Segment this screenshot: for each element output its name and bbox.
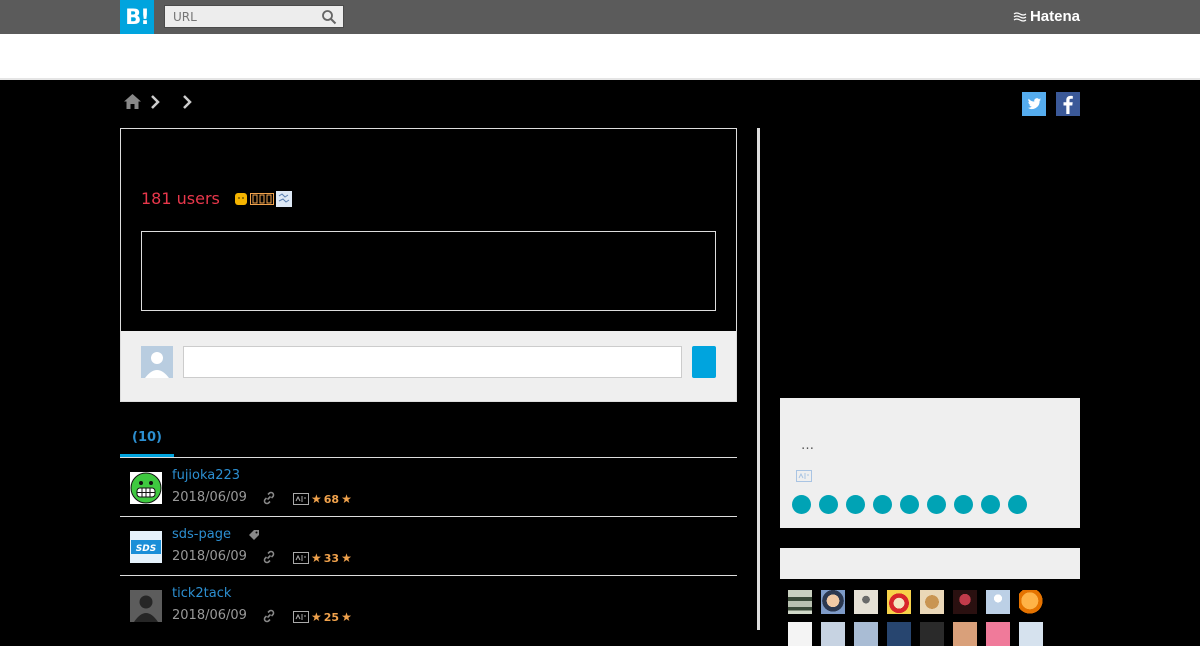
facebook-share-button[interactable]: [1056, 92, 1080, 116]
star-icon: ★: [311, 610, 322, 624]
related-users-row-2: [788, 622, 1043, 646]
hatena-mark-icon: [1013, 11, 1027, 22]
avatar[interactable]: [986, 590, 1010, 614]
star-icon: ★: [341, 551, 352, 565]
star-icon: ★: [341, 492, 352, 506]
search-icon[interactable]: [321, 9, 337, 25]
star-count[interactable]: 33: [324, 552, 339, 565]
avatar[interactable]: [953, 590, 977, 614]
bookmark-date-link[interactable]: 2018/06/09: [172, 549, 247, 564]
avatar[interactable]: [1019, 590, 1043, 614]
star-area: ★ 68 ★: [293, 492, 352, 506]
avatar[interactable]: [920, 590, 944, 614]
list-item: fujioka223 2018/06/09 ★ 68 ★: [120, 458, 737, 517]
tag-icon: [249, 530, 259, 540]
star-icon: ★: [311, 551, 322, 565]
add-star-icon[interactable]: [293, 552, 309, 564]
facebook-icon: [1063, 95, 1073, 114]
avatar[interactable]: [821, 590, 845, 614]
default-user-icon: [145, 352, 169, 378]
twitter-icon: [1027, 98, 1041, 110]
sds-logo-avatar-icon: SDS: [130, 531, 162, 563]
search-input[interactable]: [165, 6, 315, 27]
star-count[interactable]: 25: [324, 611, 339, 624]
column-divider: [757, 128, 760, 630]
avatar[interactable]: [920, 622, 944, 646]
sidebar-ellipsis-text: …: [801, 438, 814, 453]
avatar[interactable]: [854, 590, 878, 614]
avatar[interactable]: [130, 590, 162, 622]
avatar[interactable]: [1019, 622, 1043, 646]
avatar[interactable]: [788, 590, 812, 614]
permalink-icon[interactable]: [262, 491, 276, 505]
entry-badges: [234, 191, 292, 207]
user-name-link[interactable]: sds-page: [172, 527, 231, 542]
sidebar-panel: …: [780, 398, 1080, 528]
circle-icon[interactable]: [900, 495, 919, 514]
thumbnail-badge-icon: [276, 191, 292, 207]
avatar[interactable]: [953, 622, 977, 646]
permalink-icon[interactable]: [262, 609, 276, 623]
add-star-icon[interactable]: [293, 611, 309, 623]
svg-text:SDS: SDS: [136, 544, 156, 554]
circle-icon[interactable]: [819, 495, 838, 514]
avatar[interactable]: [788, 622, 812, 646]
bookmark-date-link[interactable]: 2018/06/09: [172, 490, 247, 505]
add-star-icon[interactable]: [796, 470, 812, 482]
star-area: ★ 33 ★: [293, 551, 352, 565]
twitter-share-button[interactable]: [1022, 92, 1046, 116]
tab-bookmarks[interactable]: (10): [120, 430, 174, 457]
avatar[interactable]: [821, 622, 845, 646]
sidebar-panel-header: [780, 548, 1080, 579]
chevron-right-icon: [151, 94, 160, 109]
comment-form: [121, 331, 736, 401]
entry-summary: 181 users: [120, 128, 737, 402]
star-area: ★ 25 ★: [293, 610, 352, 624]
related-users: [788, 590, 1078, 614]
avatar[interactable]: [986, 622, 1010, 646]
user-name-link[interactable]: fujioka223: [172, 468, 240, 483]
hatena-brand-link[interactable]: Hatena: [1013, 8, 1080, 25]
breadcrumb: [123, 93, 193, 110]
circle-icon[interactable]: [873, 495, 892, 514]
avatar[interactable]: SDS: [130, 531, 162, 563]
home-icon[interactable]: [123, 93, 142, 110]
avatar[interactable]: [887, 590, 911, 614]
chevron-right-icon: [183, 94, 192, 109]
silhouette-avatar-icon: [130, 590, 162, 622]
list-item: SDS sds-page 2018/06/09 ★ 33 ★: [120, 517, 737, 576]
permalink-icon[interactable]: [262, 550, 276, 564]
comment-input[interactable]: [183, 346, 682, 378]
circle-icon[interactable]: [981, 495, 1000, 514]
grin-face-avatar-icon: [130, 472, 162, 504]
placeholder-badge-icon: [250, 193, 274, 205]
hatena-brand-label: Hatena: [1029, 8, 1080, 25]
avatar[interactable]: [887, 622, 911, 646]
circle-icon[interactable]: [927, 495, 946, 514]
star-icon: ★: [311, 492, 322, 506]
user-name-link[interactable]: tick2tack: [172, 586, 231, 601]
avatar[interactable]: [130, 472, 162, 504]
hatena-bookmark-logo[interactable]: B!: [120, 0, 154, 34]
smile-badge-icon: [235, 193, 247, 205]
submit-bookmark-button[interactable]: [692, 346, 716, 378]
search-box: [164, 5, 344, 28]
color-star-list: [792, 495, 1027, 514]
avatar[interactable]: [854, 622, 878, 646]
my-avatar: [141, 346, 173, 378]
star-count[interactable]: 68: [324, 493, 339, 506]
add-star-icon[interactable]: [293, 493, 309, 505]
circle-icon[interactable]: [846, 495, 865, 514]
entry-content-frame: [141, 231, 716, 311]
global-header: B! Hatena: [0, 0, 1200, 34]
sub-header: [0, 34, 1200, 80]
list-item: tick2tack 2018/06/09 ★ 25 ★: [120, 576, 737, 635]
users-count-link[interactable]: 181 users: [141, 189, 220, 208]
circle-icon[interactable]: [792, 495, 811, 514]
circle-icon[interactable]: [1008, 495, 1027, 514]
circle-icon[interactable]: [954, 495, 973, 514]
star-icon: ★: [341, 610, 352, 624]
bookmark-date-link[interactable]: 2018/06/09: [172, 608, 247, 623]
